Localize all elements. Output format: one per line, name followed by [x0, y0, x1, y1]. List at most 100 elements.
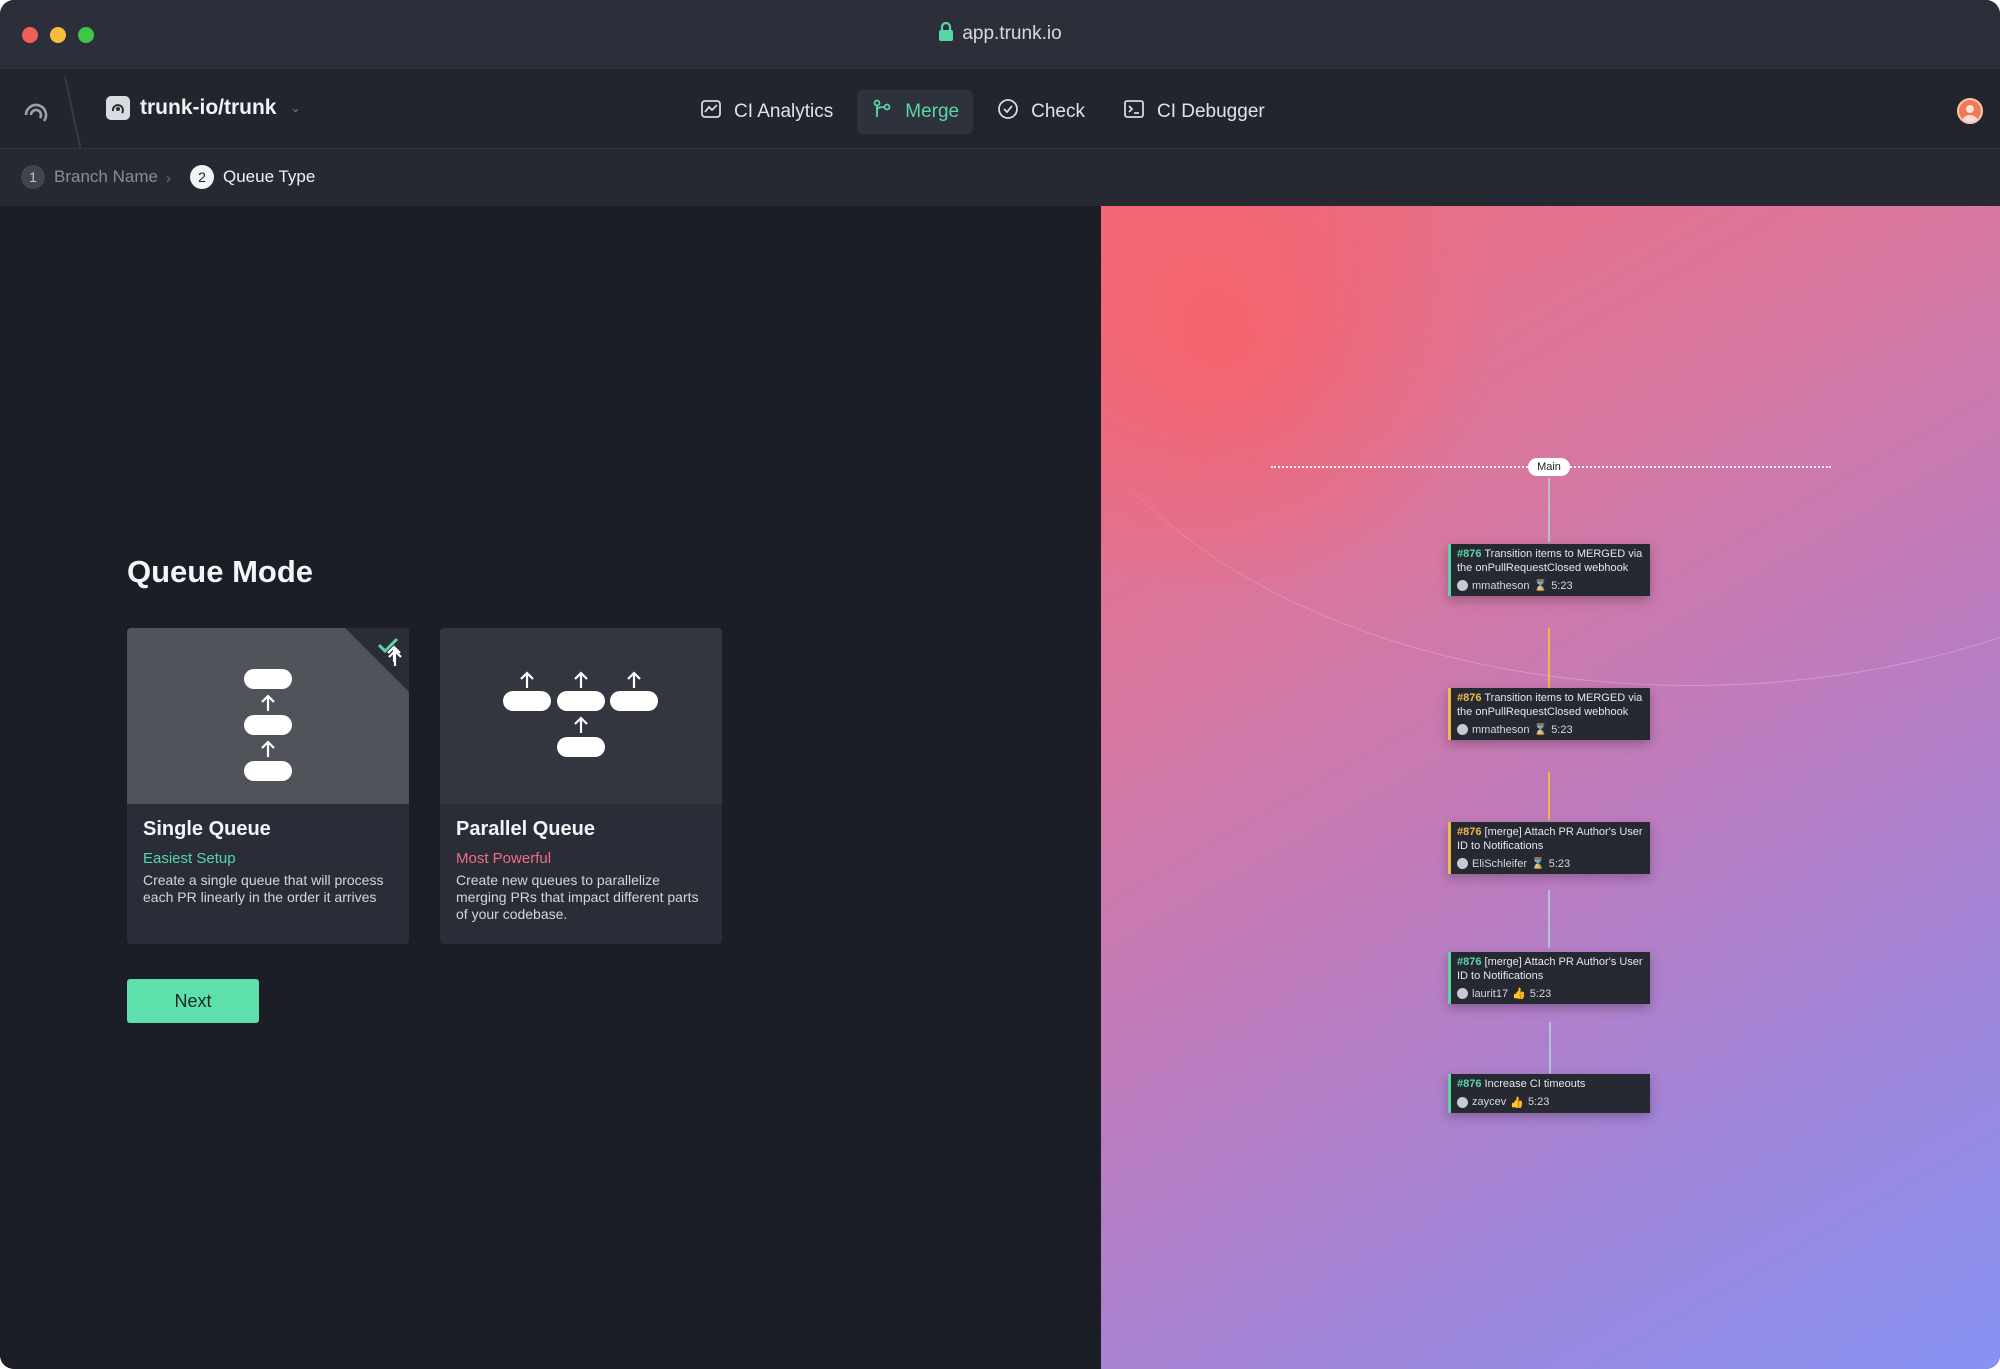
pr-number: #876 — [1457, 826, 1482, 838]
header-divider — [64, 76, 82, 152]
pr-time: 5:23 — [1529, 987, 1552, 1000]
check-circle-icon — [997, 98, 1019, 126]
chevron-down-icon: ⌄ — [290, 101, 301, 115]
pr-title: Transition items to MERGED via the onPul… — [1457, 692, 1643, 718]
thumbs-up-icon: 👍 — [1512, 988, 1526, 1000]
queue-connector — [1548, 478, 1550, 542]
arrow-up-icon — [520, 671, 534, 688]
nav-label: CI Debugger — [1156, 101, 1265, 122]
arrow-up-icon — [627, 671, 641, 688]
pr-title: Increase CI timeouts — [1484, 1078, 1586, 1090]
arrow-up-icon — [261, 740, 275, 757]
queue-item-pill — [244, 761, 292, 781]
analytics-icon — [700, 98, 722, 126]
queue-item-pill — [557, 737, 605, 757]
card-description: Create a single queue that will process … — [143, 872, 384, 905]
card-description: Create new queues to parallelize merging… — [456, 872, 699, 922]
queue-connector — [1549, 1022, 1551, 1074]
nav-label: Check — [1031, 101, 1085, 122]
pr-author: laurit17 — [1472, 987, 1509, 1000]
lock-icon — [938, 21, 954, 48]
pr-card[interactable]: #876 Transition items to MERGED via the … — [1448, 688, 1650, 740]
nav-check[interactable]: Check — [983, 90, 1099, 134]
pr-number: #876 — [1457, 1078, 1482, 1090]
nav-ci-analytics[interactable]: CI Analytics — [686, 90, 847, 134]
pr-number: #876 — [1457, 548, 1482, 560]
hourglass-icon: ⌛ — [1531, 858, 1545, 870]
queue-item-pill — [503, 691, 551, 711]
nav-ci-debugger[interactable]: CI Debugger — [1109, 90, 1279, 134]
hourglass-icon: ⌛ — [1533, 580, 1548, 592]
card-subtitle: Most Powerful — [456, 850, 552, 867]
repo-icon — [106, 96, 130, 120]
pr-card[interactable]: #876 [merge] Attach PR Author's User ID … — [1448, 952, 1650, 1004]
step-number: 2 — [190, 165, 214, 189]
step-label: Queue Type — [223, 167, 316, 186]
breadcrumb-step-queue-type[interactable]: 2 Queue Type — [190, 165, 315, 189]
pr-time: 5:23 — [1548, 857, 1571, 870]
parallel-queue-illustration — [440, 628, 722, 804]
pr-title: Transition items to MERGED via the onPul… — [1457, 548, 1643, 574]
breadcrumb: 1 Branch Name 2 Queue Type — [0, 148, 2000, 206]
repo-selector[interactable]: trunk-io/trunk ⌄ — [106, 96, 301, 120]
browser-window: app.trunk.io trunk-io/trunk ⌄ CI Analyti… — [0, 0, 2000, 1369]
thumbs-up-icon: 👍 — [1510, 1096, 1524, 1109]
page-title: Queue Mode — [127, 554, 314, 589]
queue-item-pill — [557, 691, 605, 711]
card-title: Parallel Queue — [456, 818, 595, 840]
queue-connector — [1548, 772, 1550, 820]
pr-number: #876 — [1457, 956, 1482, 968]
hourglass-icon: ⌛ — [1533, 724, 1548, 736]
single-queue-card[interactable]: Single Queue Easiest Setup Create a sing… — [127, 628, 409, 944]
title-bar: app.trunk.io — [0, 0, 2000, 70]
pr-title: [merge] Attach PR Author's User ID to No… — [1457, 956, 1643, 982]
nav-label: Merge — [905, 101, 960, 122]
queue-mode-panel: Queue Mode Single Queue Easiest Setup Cr… — [0, 206, 1101, 1369]
pr-author: zaycev — [1472, 1096, 1507, 1108]
arrow-up-icon — [261, 694, 275, 711]
terminal-icon — [1123, 98, 1145, 126]
card-title: Single Queue — [143, 818, 271, 840]
pr-author: EliSchleifer — [1472, 857, 1528, 870]
main-branch-label: Main — [1528, 458, 1570, 476]
chevron-right-icon: › — [166, 170, 171, 187]
breadcrumb-step-branch-name[interactable]: 1 Branch Name — [21, 165, 158, 189]
pr-author: mmatheson — [1472, 579, 1530, 592]
avatar — [1457, 988, 1468, 999]
user-avatar[interactable] — [1957, 98, 1983, 124]
avatar — [1457, 1096, 1468, 1108]
queue-item-pill — [244, 669, 292, 689]
pr-title: [merge] Attach PR Author's User ID to No… — [1457, 826, 1643, 852]
arrow-up-icon — [574, 716, 588, 733]
parallel-queue-card[interactable]: Parallel Queue Most Powerful Create new … — [440, 628, 722, 944]
step-number: 1 — [21, 165, 45, 189]
pr-card[interactable]: #876 Increase CI timeouts zaycev 👍 5:23 — [1448, 1074, 1650, 1113]
pr-card[interactable]: #876 Transition items to MERGED via the … — [1448, 544, 1650, 596]
pr-time: 5:23 — [1551, 723, 1573, 736]
avatar — [1457, 724, 1468, 735]
main-nav: CI Analytics Merge Check CI Debugger — [686, 90, 1279, 134]
queue-connector — [1548, 628, 1550, 688]
card-subtitle: Easiest Setup — [143, 850, 236, 867]
step-label: Branch Name — [54, 167, 158, 186]
url-text: app.trunk.io — [962, 23, 1062, 44]
arrow-up-icon — [388, 649, 402, 666]
merge-icon — [871, 98, 893, 126]
repo-name: trunk-io/trunk — [140, 96, 277, 119]
arrow-up-icon — [574, 671, 588, 688]
next-button[interactable]: Next — [127, 979, 259, 1023]
single-queue-illustration — [127, 628, 409, 804]
pr-time: 5:23 — [1551, 579, 1573, 592]
nav-merge[interactable]: Merge — [857, 90, 974, 134]
pr-time: 5:23 — [1527, 1096, 1550, 1108]
queue-connector — [1548, 890, 1550, 948]
avatar — [1457, 580, 1468, 591]
trunk-logo-icon[interactable] — [20, 95, 52, 127]
background-wave — [1101, 206, 2000, 686]
app-header: trunk-io/trunk ⌄ CI Analytics Merge Chec… — [0, 70, 2000, 152]
avatar — [1457, 858, 1468, 869]
address-bar[interactable]: app.trunk.io — [0, 21, 2000, 48]
pr-author: mmatheson — [1472, 723, 1530, 736]
pr-card[interactable]: #876 [merge] Attach PR Author's User ID … — [1448, 822, 1650, 874]
pr-number: #876 — [1457, 692, 1482, 704]
